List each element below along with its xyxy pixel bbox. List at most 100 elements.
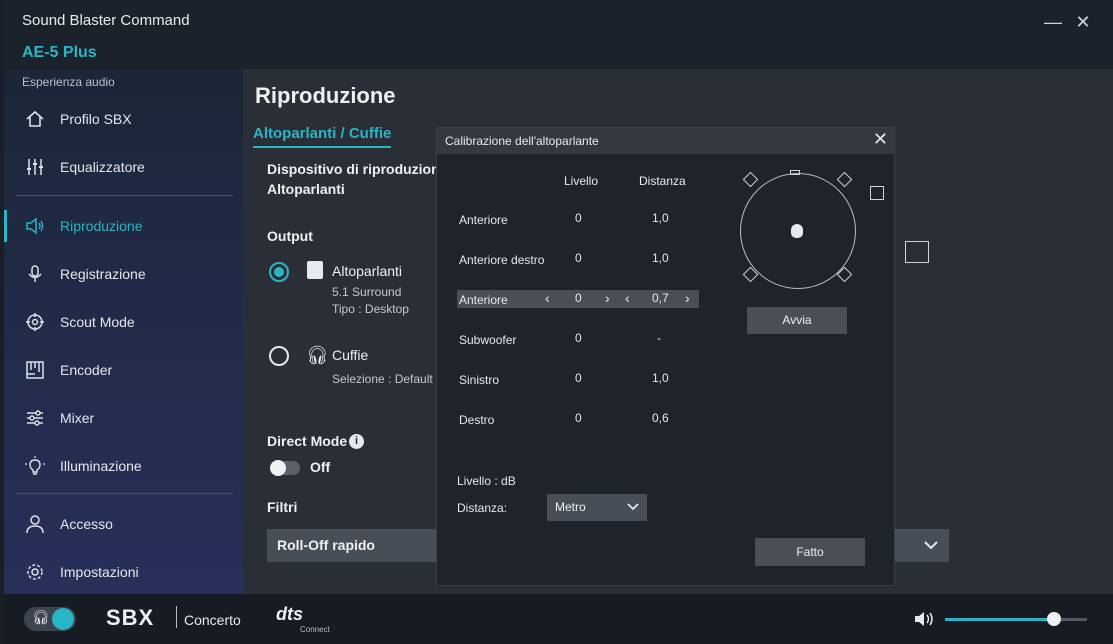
sidebar-item-mixer[interactable]: Mixer [4, 398, 243, 438]
row-distance: 0,7 [652, 291, 669, 305]
tab-altoparlanti-cuffie[interactable]: Altoparlanti / Cuffie [253, 125, 392, 148]
distance-unit-dropdown[interactable]: Metro [547, 494, 647, 521]
dts-logo: dts [276, 604, 303, 624]
divider [16, 195, 233, 196]
row-name: Anteriore destro [459, 253, 545, 267]
gear-icon [24, 561, 46, 583]
level-increase-button[interactable]: › [605, 290, 610, 306]
title-bar: Sound Blaster Command AE-5 Plus — ✕ [4, 0, 1113, 69]
volume-slider[interactable] [945, 612, 1087, 626]
device-value: Altoparlanti [267, 181, 345, 197]
speakers-label: Altoparlanti [332, 263, 403, 279]
speakers-radio[interactable] [269, 262, 289, 282]
row-name: Anteriore [459, 213, 508, 227]
app-window: Sound Blaster Command AE-5 Plus — ✕ Espe… [4, 0, 1113, 644]
divider [16, 493, 233, 494]
headphones-label: Cuffie [332, 347, 369, 363]
sidebar-item-scout-mode[interactable]: Scout Mode [4, 302, 243, 342]
row-distance: 0,6 [652, 411, 669, 425]
volume-fill [945, 618, 1055, 621]
home-icon [24, 108, 46, 130]
direct-mode-label: Direct Mode [267, 433, 348, 449]
row-level: 0 [575, 251, 582, 265]
front-left-speaker-icon [742, 171, 759, 188]
row-level: 0 [575, 371, 582, 385]
sidebar-item-equalizzatore[interactable]: Equalizzatore [4, 147, 243, 187]
row-name: Subwoofer [459, 333, 517, 347]
minimize-button[interactable]: — [1041, 12, 1065, 33]
divider [176, 606, 177, 628]
subwoofer-icon [870, 186, 884, 200]
sidebar-section-label: Esperienza audio [22, 75, 115, 89]
sidebar-item-profilo-sbx[interactable]: Profilo SBX [4, 99, 243, 139]
sidebar-item-label: Mixer [60, 410, 95, 426]
sidebar-item-impostazioni[interactable]: Impostazioni [4, 552, 243, 592]
sidebar: Esperienza audio Profilo SBX Equalizzato… [4, 69, 243, 594]
sidebar-item-label: Accesso [60, 516, 113, 532]
sidebar-item-label: Illuminazione [60, 458, 142, 474]
dts-sub: Connect [300, 625, 330, 634]
col-distance: Distanza [639, 174, 686, 188]
sidebar-item-registrazione[interactable]: Registrazione [4, 254, 243, 294]
monitor-icon [905, 241, 929, 263]
row-distance: - [657, 331, 661, 345]
distance-unit-value: Metro [555, 500, 586, 514]
headphones-selection: Selezione : Default [332, 372, 433, 386]
device-label: Dispositivo di riproduzione: [267, 161, 453, 177]
headphones-radio[interactable] [269, 346, 289, 366]
lightbulb-icon [24, 455, 46, 477]
sidebar-item-label: Encoder [60, 362, 113, 378]
row-level: 0 [575, 211, 582, 225]
volume-icon[interactable] [914, 610, 936, 628]
sidebar-item-label: Registrazione [60, 266, 146, 282]
headphones-icon: 🎧︎ [32, 609, 50, 625]
close-icon[interactable]: ✕ [873, 129, 888, 150]
sidebar-item-label: Equalizzatore [60, 159, 145, 175]
sidebar-item-label: Scout Mode [60, 314, 135, 330]
microphone-icon [24, 263, 46, 285]
row-level: 0 [575, 291, 582, 305]
distance-increase-button[interactable]: › [685, 290, 690, 306]
row-name: Sinistro [459, 373, 500, 387]
sidebar-item-encoder[interactable]: Encoder [4, 350, 243, 390]
user-icon [24, 513, 46, 535]
speakers-config: 5.1 Surround [332, 285, 402, 299]
dialog-title: Calibrazione dell'altoparlante [437, 128, 894, 154]
front-right-speaker-icon [836, 171, 853, 188]
level-decrease-button[interactable]: ‹ [545, 290, 550, 306]
crosshair-icon [24, 311, 46, 333]
direct-mode-toggle[interactable] [270, 460, 300, 476]
volume-knob[interactable] [1047, 612, 1062, 626]
sidebar-item-accesso[interactable]: Accesso [4, 504, 243, 544]
info-icon[interactable]: i [349, 434, 364, 449]
row-distance: 1,0 [652, 251, 669, 265]
output-switch[interactable]: 🎧︎ [24, 607, 76, 631]
chevron-down-icon [924, 541, 938, 550]
headphones-icon: 🎧︎ [306, 345, 329, 365]
speaker-icon [52, 608, 74, 630]
speaker-device-icon [307, 261, 323, 279]
distance-decrease-button[interactable]: ‹ [625, 290, 630, 306]
center-speaker-icon [790, 170, 800, 175]
filter-value: Roll-Off rapido [277, 537, 375, 553]
listener-icon [791, 224, 803, 238]
app-title: Sound Blaster Command [22, 12, 190, 29]
sbx-logo: SBX [106, 605, 155, 630]
done-button[interactable]: Fatto [755, 538, 865, 566]
row-distance: 1,0 [652, 371, 669, 385]
sidebar-item-label: Profilo SBX [60, 111, 132, 127]
speaker-icon [24, 215, 46, 237]
sidebar-item-riproduzione[interactable]: Riproduzione [4, 206, 243, 246]
close-button[interactable]: ✕ [1071, 12, 1095, 33]
sidebar-item-illuminazione[interactable]: Illuminazione [4, 446, 243, 486]
start-button[interactable]: Avvia [747, 307, 847, 334]
calibration-dialog: Calibrazione dell'altoparlante ✕ Livello… [436, 127, 895, 586]
device-name: AE-5 Plus [22, 44, 97, 61]
page-title: Riproduzione [255, 83, 396, 108]
encoder-icon [24, 359, 46, 381]
speakers-type: Tipo : Desktop [332, 302, 409, 316]
level-unit-label: Livello : dB [457, 474, 516, 488]
sidebar-item-label: Riproduzione [60, 218, 143, 234]
row-level: 0 [575, 411, 582, 425]
col-level: Livello [564, 174, 599, 188]
